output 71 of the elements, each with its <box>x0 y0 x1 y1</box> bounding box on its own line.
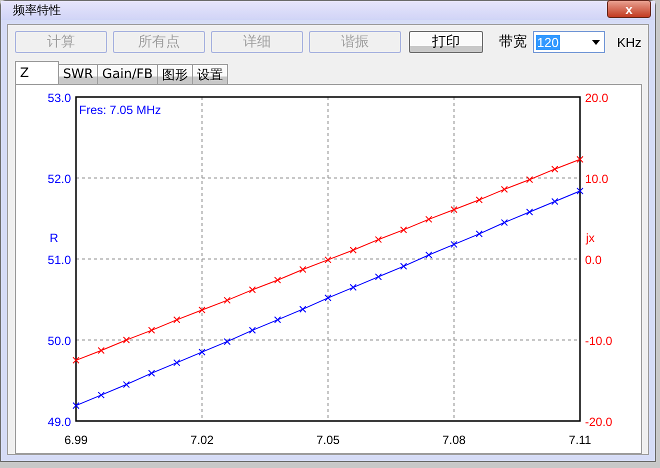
data-point <box>425 251 432 258</box>
data-point <box>224 296 231 304</box>
data-point <box>500 219 508 226</box>
data-point <box>198 348 206 356</box>
data-point <box>72 402 80 410</box>
annotation: Fres: 7.05 MHz <box>79 103 162 117</box>
data-point <box>476 196 483 204</box>
data-point <box>551 166 558 173</box>
data-point <box>122 381 130 388</box>
y-tick-label: 49.0 <box>48 415 71 429</box>
y-tick-label: 20.0 <box>585 91 608 105</box>
data-point <box>122 336 130 344</box>
close-button[interactable]: x <box>607 0 651 18</box>
x-tick-label: 7.02 <box>190 433 214 447</box>
toolbar-button[interactable]: 打印 <box>409 31 483 53</box>
data-point <box>374 236 382 244</box>
caret-icon <box>592 40 600 44</box>
data-point <box>72 356 80 364</box>
data-point <box>248 286 256 294</box>
data-point <box>374 273 382 280</box>
data-point <box>576 156 584 163</box>
data-point <box>425 216 432 223</box>
data-point <box>350 246 357 254</box>
data-point <box>324 256 332 264</box>
data-point <box>173 316 180 324</box>
x-tick-label: 6.99 <box>64 433 88 447</box>
y-tick-label: 51.0 <box>48 253 71 267</box>
data-point <box>274 276 282 284</box>
window-title: 频率特性 <box>13 2 61 19</box>
data-point <box>274 316 282 324</box>
data-point <box>450 206 458 214</box>
data-point <box>299 306 306 313</box>
bandwidth-label: 带宽 <box>499 33 527 51</box>
y-tick-label: 52.0 <box>48 172 71 186</box>
data-point <box>400 226 408 234</box>
data-point <box>526 176 534 184</box>
data-point <box>224 338 231 346</box>
tab[interactable]: 设置 <box>192 64 228 84</box>
data-point <box>551 198 558 205</box>
data-point <box>98 347 105 354</box>
data-point <box>450 240 458 248</box>
unit-label: KHz <box>617 34 642 50</box>
tab[interactable]: 图形 <box>156 64 193 84</box>
data-point <box>248 326 256 334</box>
axis-label: R <box>50 231 58 245</box>
data-point <box>526 208 534 216</box>
data-point <box>198 306 206 314</box>
data-point <box>476 230 483 238</box>
y-tick-label: 10.0 <box>585 172 608 186</box>
y-tick-label: 0.0 <box>585 253 602 267</box>
tab[interactable]: SWR <box>58 64 98 84</box>
x-tick-label: 7.05 <box>316 433 340 447</box>
y-tick-label: 50.0 <box>48 334 71 348</box>
data-point <box>400 262 408 270</box>
y-tick-label: 53.0 <box>48 91 71 105</box>
data-point <box>576 187 584 194</box>
tab[interactable]: Z <box>15 61 59 84</box>
data-point <box>350 284 357 291</box>
data-point <box>148 370 156 377</box>
data-point <box>148 326 156 334</box>
data-point <box>500 186 508 193</box>
x-tick-label: 7.11 <box>568 433 592 447</box>
axis-label: jx <box>586 231 595 245</box>
data-point <box>299 266 306 274</box>
x-tick-label: 7.08 <box>442 433 466 447</box>
data-point <box>324 294 332 302</box>
data-point <box>98 392 105 399</box>
data-point <box>173 359 180 366</box>
tab[interactable]: Gain/FB <box>97 64 158 84</box>
y-tick-label: -10.0 <box>585 334 612 348</box>
y-tick-label: -20.0 <box>585 415 612 429</box>
